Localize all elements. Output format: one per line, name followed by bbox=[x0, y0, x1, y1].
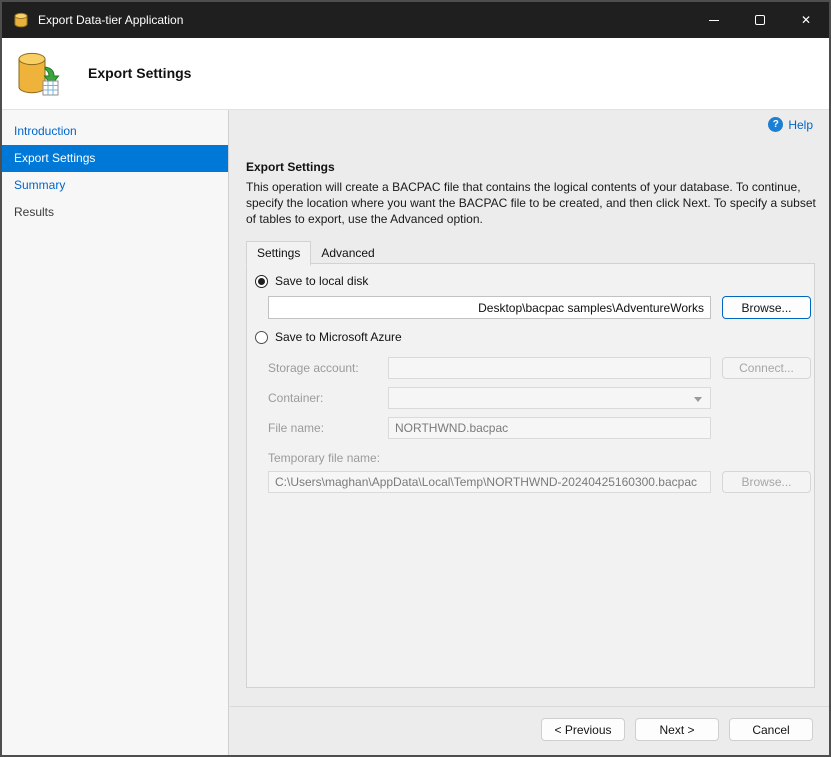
sidebar-item-export-settings[interactable]: Export Settings bbox=[2, 145, 228, 172]
browse-local-button[interactable]: Browse... bbox=[722, 296, 811, 319]
tab-advanced[interactable]: Advanced bbox=[311, 242, 384, 266]
browse-temp-button: Browse... bbox=[722, 471, 811, 493]
close-button[interactable]: ✕ bbox=[783, 2, 829, 38]
file-name-label: File name: bbox=[268, 421, 324, 435]
export-database-icon bbox=[15, 49, 61, 102]
radio-selected-icon bbox=[255, 275, 268, 288]
radio-unselected-icon bbox=[255, 331, 268, 344]
titlebar: Export Data-tier Application ✕ bbox=[2, 2, 829, 38]
footer-separator bbox=[230, 706, 829, 707]
section-title: Export Settings bbox=[246, 160, 335, 174]
wizard-steps-sidebar: Introduction Export Settings Summary Res… bbox=[2, 110, 229, 755]
export-dac-wizard-window: Export Data-tier Application ✕ Export Se… bbox=[0, 0, 831, 757]
container-label: Container: bbox=[268, 391, 323, 405]
save-local-radio[interactable]: Save to local disk bbox=[255, 274, 368, 288]
save-azure-label: Save to Microsoft Azure bbox=[275, 330, 402, 344]
help-label: Help bbox=[788, 118, 813, 132]
sidebar-item-results: Results bbox=[2, 199, 228, 226]
sidebar-item-introduction[interactable]: Introduction bbox=[2, 118, 228, 145]
local-path-input[interactable] bbox=[268, 296, 711, 319]
tab-strip: Settings Advanced bbox=[246, 241, 385, 266]
next-button[interactable]: Next > bbox=[635, 718, 719, 741]
storage-account-label: Storage account: bbox=[268, 361, 359, 375]
minimize-icon bbox=[709, 20, 719, 21]
maximize-icon bbox=[755, 15, 765, 25]
storage-account-input bbox=[388, 357, 711, 379]
window-controls: ✕ bbox=[691, 2, 829, 38]
temp-file-label: Temporary file name: bbox=[268, 451, 380, 465]
minimize-button[interactable] bbox=[691, 2, 737, 38]
previous-button[interactable]: < Previous bbox=[541, 718, 625, 741]
save-local-label: Save to local disk bbox=[275, 274, 368, 288]
temp-file-input bbox=[268, 471, 711, 493]
main-panel: ? Help Export Settings This operation wi… bbox=[230, 110, 829, 755]
settings-tab-panel: Save to local disk Browse... Save to Mic… bbox=[246, 263, 815, 688]
container-dropdown bbox=[388, 387, 711, 409]
wizard-header: Export Settings bbox=[2, 38, 829, 110]
page-title: Export Settings bbox=[88, 65, 191, 81]
chevron-down-icon bbox=[694, 397, 702, 402]
help-icon: ? bbox=[768, 117, 783, 132]
save-azure-radio[interactable]: Save to Microsoft Azure bbox=[255, 330, 402, 344]
section-description: This operation will create a BACPAC file… bbox=[246, 179, 820, 227]
window-title: Export Data-tier Application bbox=[38, 13, 183, 27]
app-icon bbox=[12, 11, 30, 29]
file-name-input bbox=[388, 417, 711, 439]
footer-buttons: < Previous Next > Cancel bbox=[541, 718, 813, 741]
cancel-button[interactable]: Cancel bbox=[729, 718, 813, 741]
sidebar-item-summary[interactable]: Summary bbox=[2, 172, 228, 199]
tab-settings[interactable]: Settings bbox=[246, 241, 311, 266]
connect-button: Connect... bbox=[722, 357, 811, 379]
help-link[interactable]: ? Help bbox=[768, 117, 813, 132]
maximize-button[interactable] bbox=[737, 2, 783, 38]
close-icon: ✕ bbox=[801, 14, 811, 26]
